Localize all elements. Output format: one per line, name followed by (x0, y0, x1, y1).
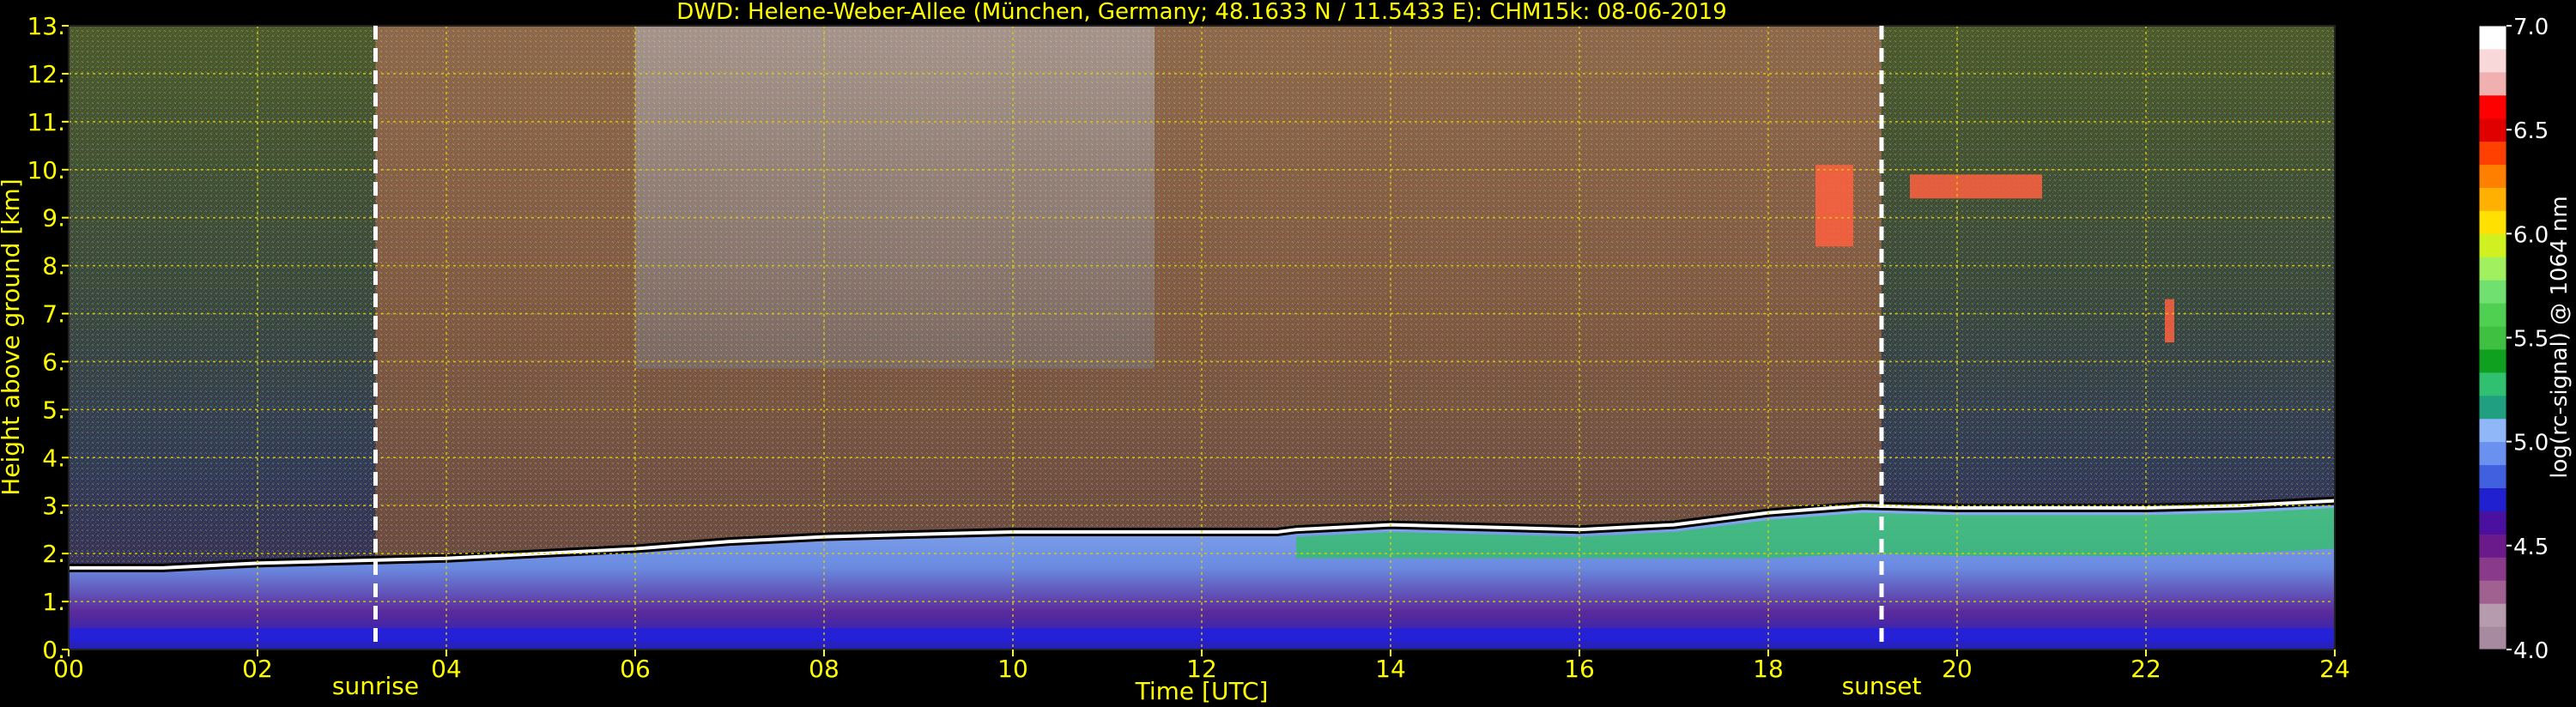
colorbar-swatch (2479, 395, 2506, 420)
sunset-label: sunset (1842, 672, 1922, 700)
x-tick-label: 22 (2131, 655, 2161, 683)
colorbar-swatch (2479, 141, 2506, 166)
colorbar-swatch (2479, 534, 2506, 558)
colorbar-swatch (2479, 348, 2506, 373)
colorbar-swatch (2479, 441, 2506, 466)
colorbar-tick-label: 4.5 (2513, 535, 2549, 560)
colorbar-swatch (2479, 118, 2506, 142)
y-tick-label: 6. (42, 347, 65, 376)
y-tick-label: 4. (42, 444, 65, 472)
colorbar-swatch (2479, 48, 2506, 73)
colorbar-tick-label: 5.5 (2513, 327, 2549, 353)
colorbar-swatch (2479, 603, 2506, 627)
colorbar-swatch (2479, 580, 2506, 604)
colorbar-swatch (2479, 418, 2506, 443)
x-tick-label: 04 (431, 655, 462, 683)
x-tick-label: 18 (1753, 655, 1784, 683)
x-axis-label: Time [UTC] (1135, 677, 1269, 705)
x-tick-label: 14 (1375, 655, 1406, 683)
y-tick-label: 7. (42, 300, 65, 329)
x-tick-label: 10 (997, 655, 1028, 683)
x-tick-label: 06 (620, 655, 651, 683)
colorbar-ticks: 4.0 4.5 5.0 5.5 6.0 6.5 7.0 (2506, 15, 2549, 664)
colorbar-swatch (2479, 626, 2506, 650)
colorbar-swatch (2479, 164, 2506, 188)
colorbar-swatch (2479, 464, 2506, 489)
colorbar-swatch (2479, 71, 2506, 96)
cloud-feature (1815, 165, 1853, 247)
ceilometer-chart: sunrise sunset 00 02 04 06 08 10 12 14 16 18 20 22 24… (0, 0, 2573, 705)
cloud-feature (1910, 174, 2042, 199)
colorbar-swatch (2479, 187, 2506, 211)
x-tick-label: 16 (1564, 655, 1595, 683)
colorbar-tick-label: 4.0 (2513, 638, 2549, 664)
colorbar-tick-label: 7.0 (2513, 15, 2549, 40)
colorbar-swatch (2479, 326, 2506, 350)
colorbar-swatch (2479, 303, 2506, 327)
colorbar-tick-label: 6.5 (2513, 118, 2549, 144)
colorbar-swatch (2479, 210, 2506, 234)
y-tick-label: 8. (42, 252, 65, 281)
x-tick-label: 02 (242, 655, 273, 683)
colorbar-swatch (2479, 372, 2506, 396)
y-tick-label: 0. (42, 636, 65, 664)
colorbar-swatch (2479, 94, 2506, 119)
y-tick-label: 9. (42, 204, 65, 233)
colorbar-swatch (2479, 26, 2506, 50)
y-tick-label: 5. (42, 396, 65, 424)
y-tick-label: 11. (27, 108, 65, 136)
colorbar-swatch (2479, 280, 2506, 304)
colorbar-swatch (2479, 557, 2506, 581)
colorbar-swatch (2479, 257, 2506, 281)
y-tick-label: 2. (42, 540, 65, 568)
chart-title: DWD: Helene-Weber-Allee (München, German… (676, 0, 1727, 25)
y-tick-label: 10. (27, 156, 65, 184)
sunrise-label: sunrise (332, 672, 419, 700)
y-tick-label: 12. (27, 60, 65, 88)
colorbar-tick-label: 5.0 (2513, 431, 2549, 456)
y-axis: 0. 1. 2. 3. 4. 5. 6. 7. 8. 9. 10. 11. 12. 13. (27, 12, 69, 664)
y-tick-label: 13. (27, 12, 65, 40)
y-tick-label: 3. (42, 492, 65, 520)
x-tick-label: 20 (1942, 655, 1973, 683)
y-axis-label: Height above ground [km] (0, 178, 25, 496)
colorbar-swatch (2479, 487, 2506, 511)
cloud-feature (2165, 299, 2174, 343)
x-tick-label: 24 (2319, 655, 2350, 683)
x-tick-label: 08 (809, 655, 839, 683)
colorbar-tick-label: 6.0 (2513, 222, 2549, 248)
colorbar-label: log(rc-signal) @ 1064 nm (2547, 196, 2573, 478)
y-tick-label: 1. (42, 588, 65, 616)
colorbar-swatch (2479, 511, 2506, 535)
colorbar-swatches (2479, 26, 2506, 650)
colorbar: 4.0 4.5 5.0 5.5 6.0 6.5 7.0 log(rc-signal) @ 1… (2478, 15, 2573, 664)
colorbar-swatch (2479, 233, 2506, 257)
